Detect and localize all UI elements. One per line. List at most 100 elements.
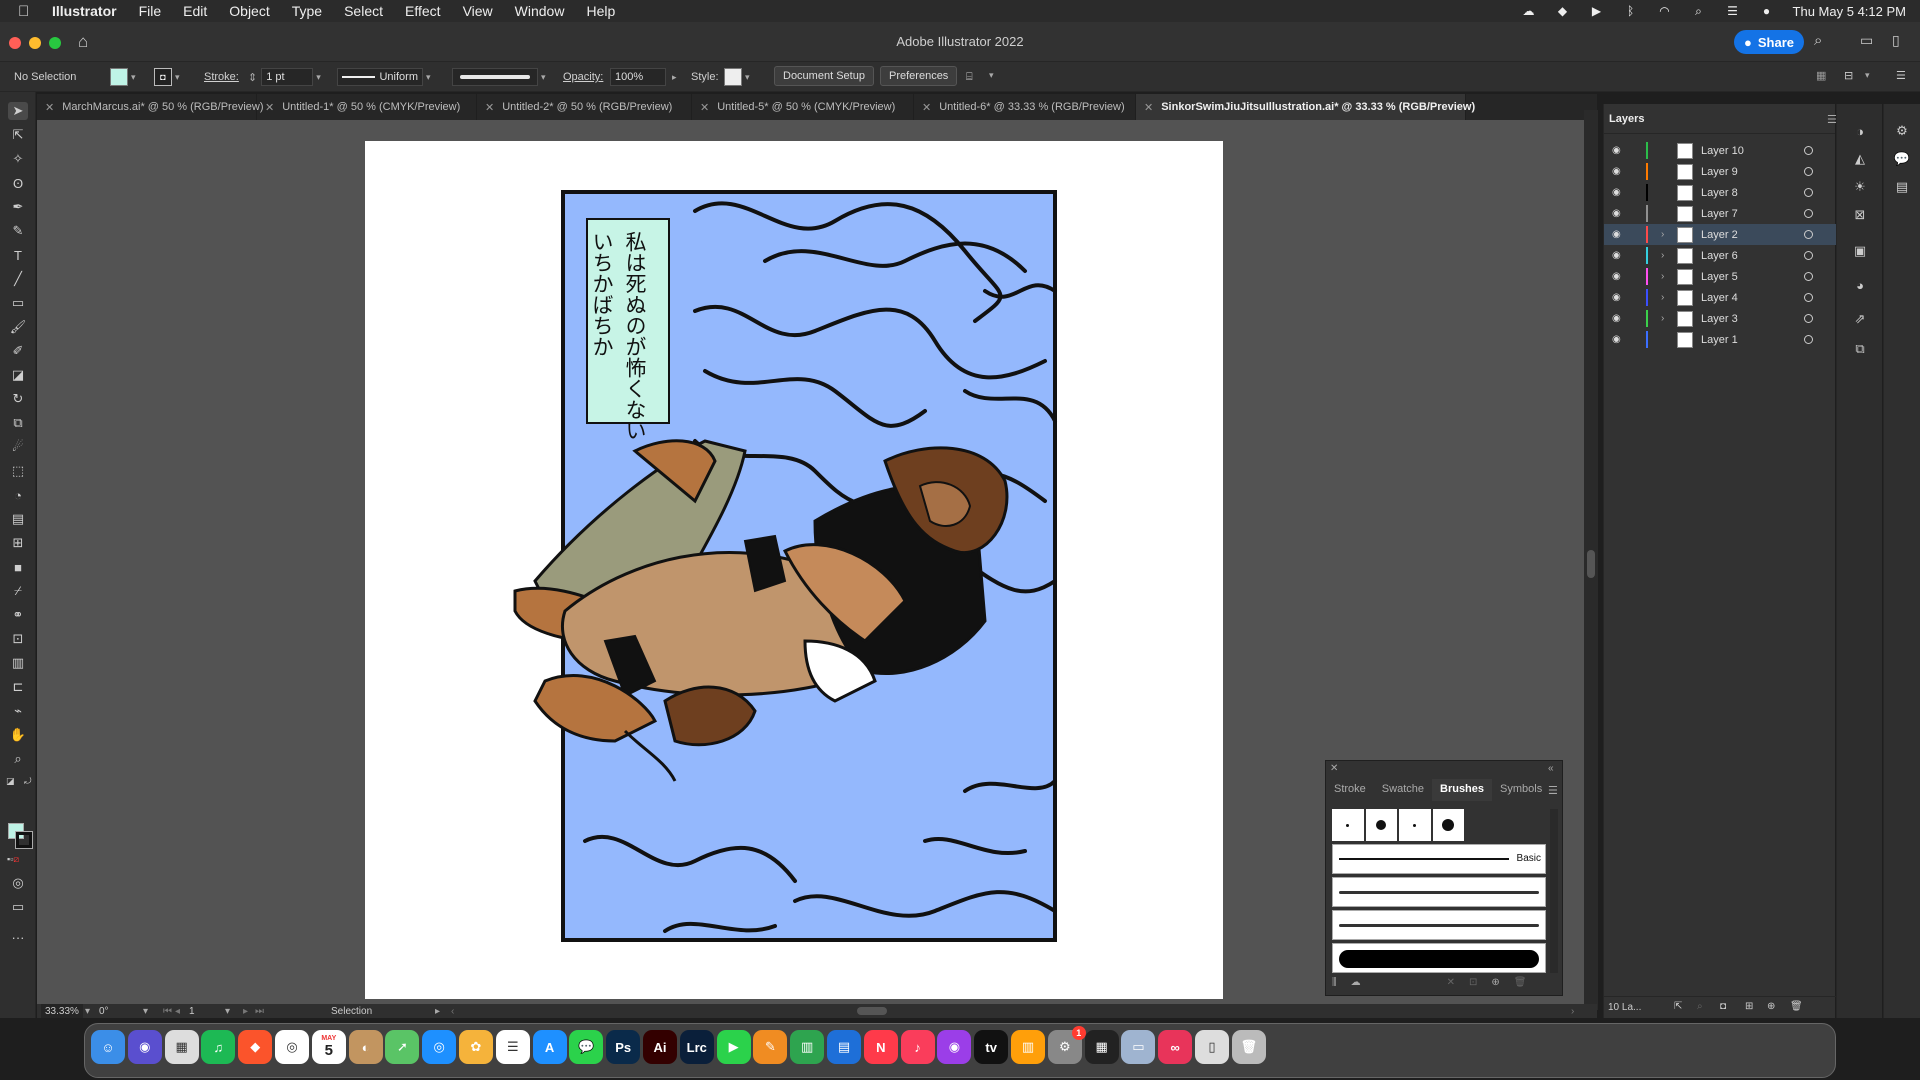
dock-app-trash-icon[interactable]: 🗑: [1231, 1030, 1266, 1064]
target-icon[interactable]: [1804, 230, 1813, 239]
properties-icon[interactable]: ⚙: [1893, 122, 1911, 140]
dock-app-finder-icon[interactable]: ☺: [91, 1030, 125, 1064]
direct-selection-tool-icon[interactable]: ⇱: [8, 126, 28, 144]
menu-select[interactable]: Select: [344, 3, 383, 19]
paintbrush-tool-icon[interactable]: 🖌: [8, 318, 28, 336]
learn-icon[interactable]: ▤: [1893, 178, 1911, 196]
dock-app-tv-icon[interactable]: tv: [974, 1030, 1009, 1064]
visibility-eye-icon[interactable]: ◉: [1612, 334, 1621, 345]
dock-app-chrome-icon[interactable]: ◎: [275, 1030, 309, 1064]
locate-object-icon[interactable]: ⌕: [1697, 1001, 1703, 1012]
chevron-down-icon[interactable]: ▾: [745, 72, 755, 83]
layer-name[interactable]: Layer 10: [1701, 145, 1744, 157]
dock-app-files-icon[interactable]: ▯: [1195, 1030, 1229, 1064]
layer-name[interactable]: Layer 5: [1701, 271, 1738, 283]
layer-row[interactable]: ◉ › Layer 2: [1604, 224, 1836, 245]
appearance-icon[interactable]: ☀: [1851, 178, 1869, 196]
next-artboard-icon[interactable]: ▸: [243, 1004, 248, 1018]
chevron-down-icon[interactable]: ▾: [541, 72, 551, 83]
close-icon[interactable]: ✕: [1330, 763, 1338, 774]
chevron-right-icon[interactable]: ›: [1661, 229, 1664, 240]
search-icon[interactable]: ⌕: [1814, 32, 1822, 49]
dock-app-maps-icon[interactable]: ➚: [385, 1030, 420, 1064]
stroke-swatch-large[interactable]: [15, 831, 33, 849]
delete-brush-icon[interactable]: 🗑: [1514, 977, 1527, 988]
canvas-vertical-scrollbar[interactable]: [1584, 110, 1598, 1010]
dock-app-lrc-icon[interactable]: Lrc: [679, 1030, 714, 1064]
blend-tool-icon[interactable]: ⚭: [8, 606, 28, 624]
column-graph-tool-icon[interactable]: ▥: [8, 654, 28, 672]
illustration[interactable]: 私は死ぬのが怖くない いちかばちか: [365, 141, 1223, 999]
target-icon[interactable]: [1804, 272, 1813, 281]
stroke-label[interactable]: Stroke:: [204, 68, 239, 86]
chevron-right-icon[interactable]: ›: [1661, 292, 1664, 303]
rectangle-tool-icon[interactable]: ▭: [8, 294, 28, 312]
menubar-clock[interactable]: Thu May 5 4:12 PM: [1793, 4, 1906, 19]
graphic-styles-icon[interactable]: ⊠: [1851, 206, 1869, 224]
puppet-warp-tool-icon[interactable]: ☄: [8, 438, 28, 456]
free-transform-tool-icon[interactable]: ⬚: [8, 462, 28, 480]
scrollbar-thumb[interactable]: [1587, 550, 1595, 578]
chevron-down-icon[interactable]: ▾: [989, 70, 999, 81]
eyedropper-tool-icon[interactable]: ⌿: [8, 582, 28, 600]
hand-tool-icon[interactable]: ✋: [8, 726, 28, 744]
layer-row[interactable]: ◉ Layer 8: [1604, 182, 1836, 203]
chevron-right-icon[interactable]: ›: [1661, 313, 1664, 324]
collapse-icon[interactable]: «: [1548, 763, 1554, 774]
curvature-tool-icon[interactable]: ✎: [8, 222, 28, 240]
search-icon[interactable]: ⌕: [1691, 4, 1707, 18]
tab-untitled-6[interactable]: ✕ Untitled-6* @ 33.33 % (RGB/Preview): [914, 94, 1136, 120]
layer-row[interactable]: ◉ › Layer 5: [1604, 266, 1836, 287]
dock-app-ai-icon[interactable]: Ai: [643, 1030, 677, 1064]
close-icon[interactable]: ✕: [1144, 101, 1153, 114]
screen-mode-icon[interactable]: ▭: [8, 898, 28, 916]
menu-type[interactable]: Type: [292, 3, 322, 19]
tab-untitled-5[interactable]: ✕ Untitled-5* @ 50 % (CMYK/Preview): [692, 94, 914, 120]
eraser-tool-icon[interactable]: ◪: [8, 366, 28, 384]
creative-cloud-status-icon[interactable]: ☁: [1521, 4, 1537, 18]
layer-name[interactable]: Layer 7: [1701, 208, 1738, 220]
visibility-eye-icon[interactable]: ◉: [1612, 229, 1621, 240]
layer-row[interactable]: ◉ › Layer 4: [1604, 287, 1836, 308]
target-icon[interactable]: [1804, 251, 1813, 260]
control-center-icon[interactable]: ☰: [1725, 4, 1741, 18]
panel-menu-icon[interactable]: ☰: [1896, 69, 1906, 82]
dock-app-messages-icon[interactable]: 💬: [569, 1030, 604, 1064]
gradient-panel-icon[interactable]: ▣: [1851, 242, 1869, 260]
visibility-eye-icon[interactable]: ◉: [1612, 313, 1621, 324]
arrange-documents-icon[interactable]: ▭: [1860, 32, 1873, 49]
dock-app-preview-icon[interactable]: ▭: [1121, 1030, 1156, 1064]
dock-app-facetime-icon[interactable]: ▶: [716, 1030, 751, 1064]
layers-panel-title[interactable]: Layers: [1604, 104, 1835, 134]
perspective-grid-tool-icon[interactable]: ▤: [8, 510, 28, 528]
arrange-icon[interactable]: ⌸: [966, 68, 973, 86]
target-icon[interactable]: [1804, 335, 1813, 344]
visibility-eye-icon[interactable]: ◉: [1612, 166, 1621, 177]
layer-row[interactable]: ◉ Layer 9: [1604, 161, 1836, 182]
chevron-right-icon[interactable]: ›: [1661, 250, 1664, 261]
blob-brush-tool-icon[interactable]: ✐: [8, 342, 28, 360]
scale-tool-icon[interactable]: ⧉: [8, 414, 28, 432]
close-icon[interactable]: ✕: [922, 101, 931, 114]
dock-app-safari-icon[interactable]: ◎: [422, 1030, 457, 1064]
last-artboard-icon[interactable]: ⏭: [255, 1004, 264, 1018]
layer-name[interactable]: Layer 2: [1701, 229, 1738, 241]
chevron-down-icon[interactable]: ▾: [225, 1004, 230, 1018]
first-artboard-icon[interactable]: ⏮: [163, 1004, 172, 1018]
rotate-tool-icon[interactable]: ↻: [8, 390, 28, 408]
tab-marchmarcus[interactable]: ✕ MarchMarcus.ai* @ 50 % (RGB/Preview): [37, 94, 264, 120]
layer-row[interactable]: ◉ › Layer 6: [1604, 245, 1836, 266]
panel-menu-icon[interactable]: ☰: [1548, 784, 1558, 797]
new-layer-icon[interactable]: ⊕: [1767, 1001, 1775, 1012]
zoom-level-field[interactable]: 33.33%: [41, 1004, 83, 1018]
menu-app-name[interactable]: Illustrator: [52, 3, 117, 19]
type-tool-icon[interactable]: T: [8, 246, 28, 264]
export-panel-icon[interactable]: ⇗: [1851, 310, 1869, 328]
target-icon[interactable]: [1804, 314, 1813, 323]
shape-builder-tool-icon[interactable]: ◔: [8, 486, 28, 504]
status-menu-arrow-icon[interactable]: ▸: [435, 1004, 440, 1018]
layer-row[interactable]: ◉ Layer 10: [1604, 140, 1836, 161]
fill-color-swatch[interactable]: [110, 68, 128, 86]
dock-app-calendar-icon[interactable]: MAY 5: [311, 1030, 346, 1064]
preferences-button[interactable]: Preferences: [880, 66, 958, 86]
